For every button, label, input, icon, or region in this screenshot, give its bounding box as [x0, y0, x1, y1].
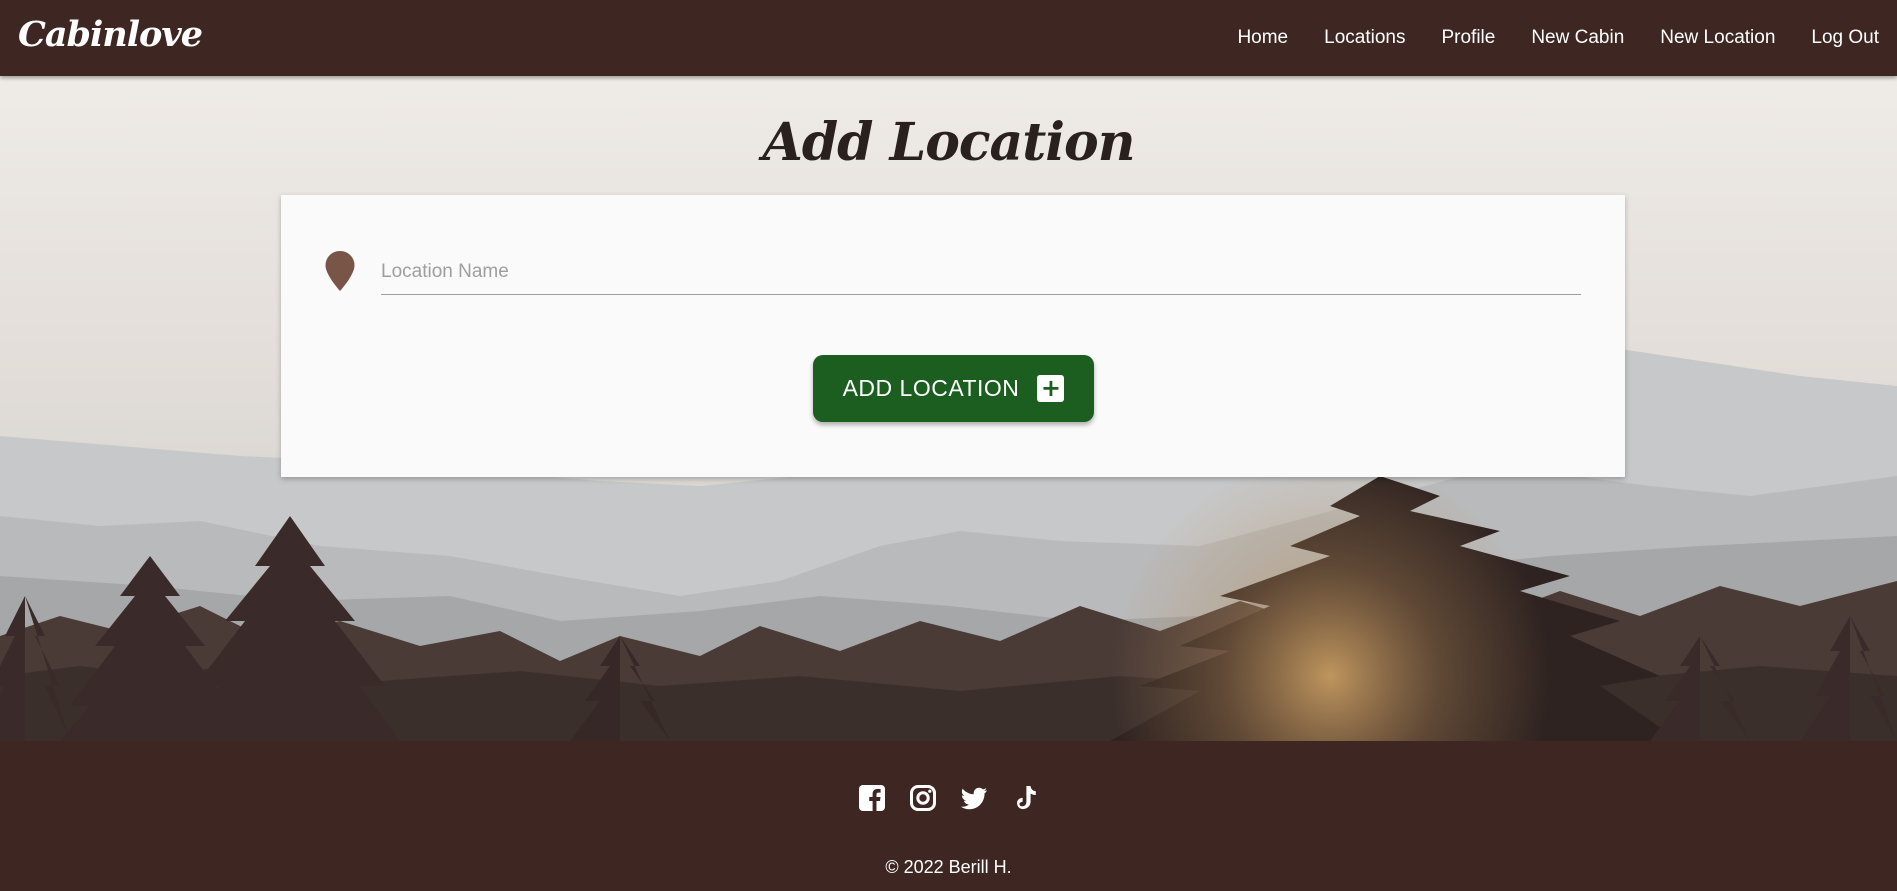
nav-link-profile[interactable]: Profile [1423, 0, 1513, 76]
social-links [0, 784, 1897, 812]
twitter-icon[interactable] [960, 784, 988, 812]
nav-link-locations[interactable]: Locations [1306, 0, 1423, 76]
add-location-button-label: ADD LOCATION [842, 375, 1020, 401]
nav-link-home[interactable]: Home [1219, 0, 1306, 76]
tiktok-icon[interactable] [1011, 784, 1039, 812]
add-location-form-card: ADD LOCATION + [281, 195, 1625, 477]
location-name-input[interactable] [381, 250, 1581, 294]
nav-links: Home Locations Profile New Cabin New Loc… [1219, 0, 1897, 76]
nav-link-new-cabin[interactable]: New Cabin [1513, 0, 1642, 76]
page-title: Add Location [762, 112, 1135, 173]
nav-link-new-location[interactable]: New Location [1642, 0, 1793, 76]
map-pin-icon [325, 251, 355, 291]
copyright-text: © 2022 Berill H. [885, 857, 1012, 877]
instagram-icon[interactable] [909, 784, 937, 812]
plus-square-icon: + [1037, 375, 1065, 402]
facebook-icon[interactable] [858, 784, 886, 812]
footer: © 2022 Berill H. [0, 741, 1897, 891]
nav-link-log-out[interactable]: Log Out [1793, 0, 1897, 76]
brand-logo[interactable]: Cabinlove [18, 14, 203, 55]
top-navbar: Cabinlove Home Locations Profile New Cab… [0, 0, 1897, 76]
location-name-field [381, 250, 1581, 295]
add-location-button[interactable]: ADD LOCATION + [813, 355, 1094, 422]
